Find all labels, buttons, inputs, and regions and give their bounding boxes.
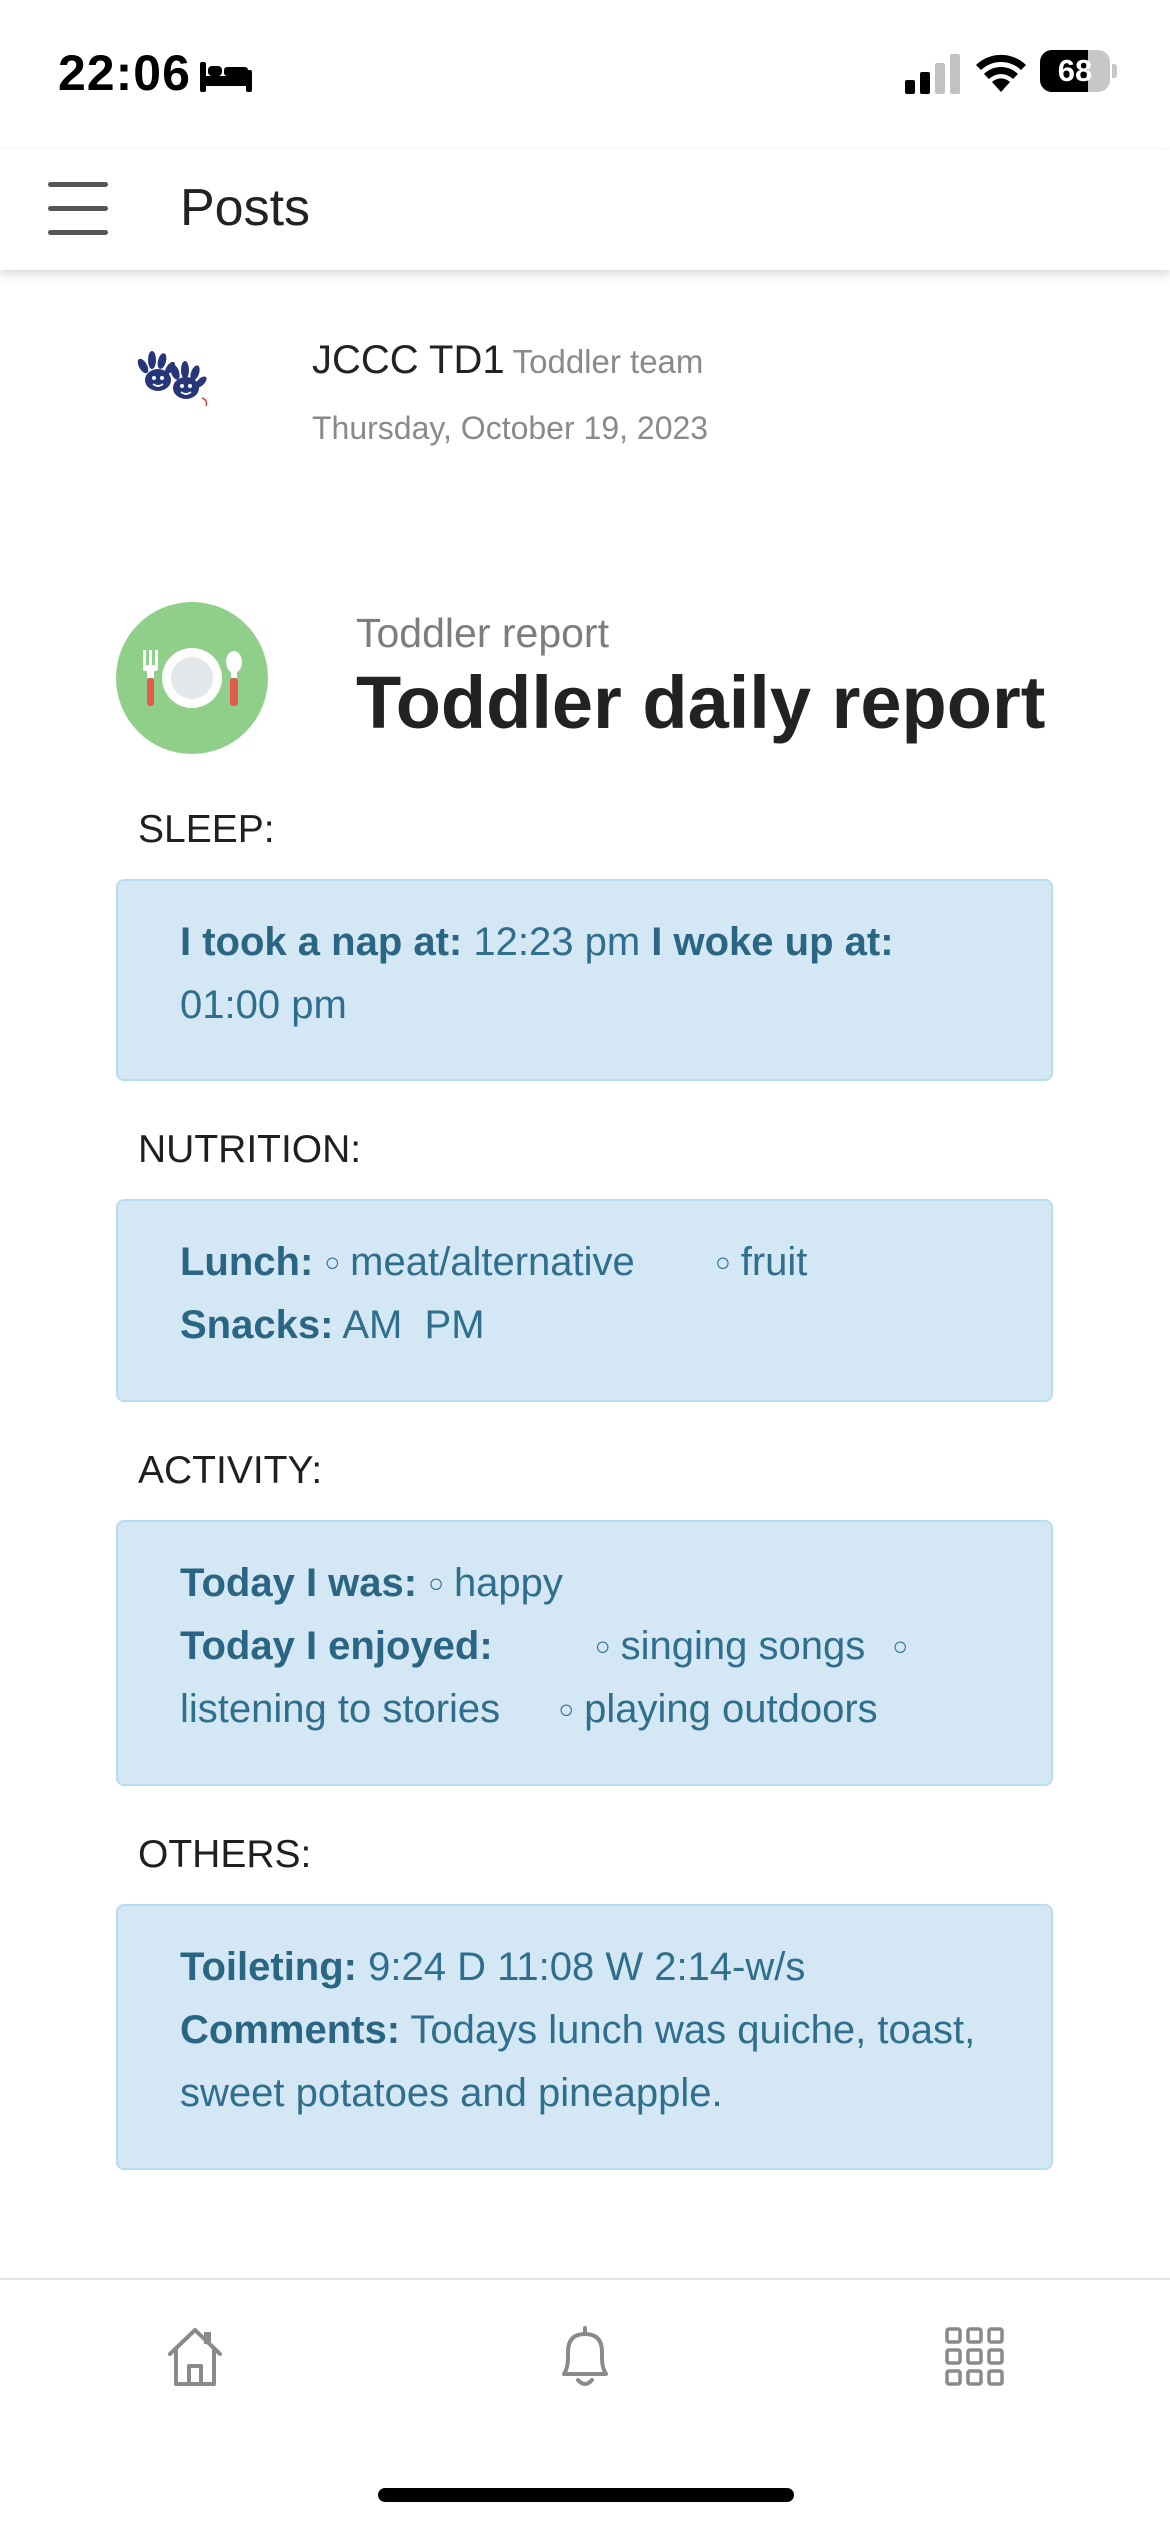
hamburger-menu-icon[interactable] (48, 180, 108, 236)
enjoyed-item: singing songs (620, 1624, 866, 1668)
post-author-name: JCCC TD1 (312, 338, 505, 382)
today-was-label: Today I was: (180, 1561, 418, 1605)
report-title: Toddler daily report (356, 661, 1046, 744)
snacks-label: Snacks: (180, 1303, 334, 1347)
nap-time: 12:23 pm (473, 920, 641, 964)
lunch-item: meat/alternative (350, 1240, 635, 1284)
nap-label: I took a nap at: (180, 920, 463, 964)
battery-icon: 68 (1040, 50, 1117, 92)
app-header: Posts (0, 150, 1170, 270)
report-subtitle: Toddler report (356, 610, 609, 656)
home-indicator[interactable] (378, 2488, 794, 2502)
bed-icon (200, 62, 252, 92)
section-label-activity: ACTIVITY: (138, 1449, 323, 1492)
bullet-icon: ○ (558, 1694, 575, 1724)
post-date: Thursday, October 19, 2023 (312, 410, 709, 446)
section-label-nutrition: NUTRITION: (138, 1128, 362, 1171)
bullet-icon: ○ (715, 1247, 731, 1277)
sleep-card: I took a nap at: 12:23 pm I woke up at: … (116, 879, 1053, 1081)
toileting-label: Toileting: (180, 1945, 357, 1989)
comments-label: Comments: (180, 2008, 401, 2052)
page-title: Posts (180, 179, 311, 237)
bullet-icon: ○ (428, 1568, 444, 1598)
post-team: Toddler team (512, 343, 704, 380)
lunch-item: fruit (740, 1240, 808, 1284)
today-was-value: happy (453, 1561, 563, 1605)
section-label-sleep: SLEEP: (138, 808, 275, 851)
others-card: Toileting: 9:24 D 11:08 W 2:14-w/s Comme… (116, 1904, 1053, 2170)
handprint-logo-icon[interactable] (128, 340, 218, 430)
wifi-icon (976, 54, 1026, 92)
lunch-label: Lunch: (180, 1240, 314, 1284)
cellular-signal-icon (905, 54, 960, 94)
bullet-icon: ○ (594, 1631, 611, 1661)
woke-time: 01:00 pm (180, 983, 347, 1027)
enjoyed-item: listening to stories (180, 1687, 501, 1731)
status-time: 22:06 (58, 45, 191, 101)
bullet-icon: ○ (324, 1247, 341, 1277)
snacks-value: AM PM (342, 1303, 485, 1347)
toileting-value: 9:24 D 11:08 W 2:14-w/s (368, 1945, 806, 1989)
activity-card: Today I was: ○ happy Today I enjoyed: ○ si… (116, 1520, 1053, 1786)
apps-grid-icon[interactable] (940, 2322, 1010, 2392)
enjoyed-item: playing outdoors (584, 1687, 878, 1731)
nutrition-card: Lunch: ○ meat/alternative ○ fruit Snacks: … (116, 1199, 1053, 1402)
woke-label: I woke up at: (651, 920, 894, 964)
plate-fork-spoon-icon (116, 602, 268, 754)
status-bar: 22:06 68 (0, 0, 1170, 150)
bullet-icon: ○ (892, 1631, 909, 1661)
home-icon[interactable] (160, 2322, 230, 2392)
section-label-others: OTHERS: (138, 1833, 312, 1876)
post-author[interactable]: JCCC TD1 Toddler team (312, 338, 703, 383)
battery-level: 68 (1057, 53, 1093, 88)
today-enjoyed-label: Today I enjoyed: (180, 1624, 493, 1668)
notifications-bell-icon[interactable] (550, 2322, 620, 2392)
